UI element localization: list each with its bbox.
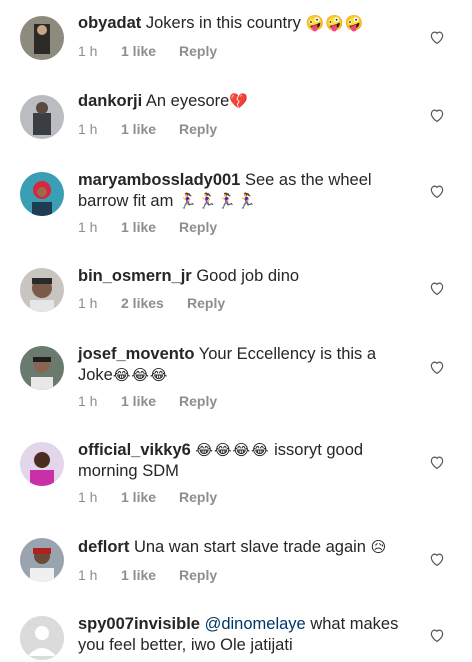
comment-meta: 1 h 1 like Reply [78,392,408,410]
reply-button[interactable]: Reply [179,121,217,137]
comment-meta: 1 h 1 like Reply [78,488,408,506]
avatar[interactable] [20,538,64,582]
reply-button[interactable]: Reply [179,219,217,235]
comment-emoji: 🏃‍♀️🏃‍♀️🏃‍♀️🏃‍♀️ [177,193,257,210]
mention-link[interactable]: @dinomelaye [205,615,306,633]
comment-meta: 1 h 1 like Reply [78,42,408,60]
heart-outline-icon[interactable] [428,453,446,471]
heart-outline-icon[interactable] [428,279,446,297]
comment-username[interactable]: official_vikky6 [78,441,191,459]
comment-username[interactable]: dankorji [78,92,142,110]
comment-emoji: 💔 [229,93,250,110]
comment-time: 1 h [78,567,98,583]
comment-text: maryambosslady001 See as the wheel barro… [78,170,408,212]
avatar[interactable] [20,268,64,312]
avatar[interactable] [20,346,64,390]
comment-emoji: 😂😂😂😂 [195,442,270,459]
comment-emoji: 😂😂😂 [112,367,169,384]
comment-emoji: 😥 [370,539,388,556]
comment-body: Una wan start slave trade again [133,538,366,556]
comment-meta: 1 h 1 like Reply [78,218,408,236]
heart-outline-icon[interactable] [428,28,446,46]
comment-likes[interactable]: 1 like [121,121,179,137]
comment-text: dankorji An eyesore💔 [78,91,408,112]
reply-button[interactable]: Reply [179,489,217,505]
comment-text: official_vikky6 😂😂😂😂 issoryt good mornin… [78,440,408,482]
comment-body: An eyesore [145,92,230,110]
comment-text: bin_osmern_jr Good job dino [78,266,408,287]
comment-text: josef_movento Your Eccellency is this a … [78,344,408,386]
comment-time: 1 h [78,393,98,409]
comment-username[interactable]: deflort [78,538,129,556]
heart-outline-icon[interactable] [428,550,446,568]
avatar[interactable] [20,95,64,139]
comment-username[interactable]: spy007invisible [78,615,200,633]
comment-text: obyadat Jokers in this country 🤪🤪🤪 [78,13,408,34]
comment-likes[interactable]: 1 like [121,219,179,235]
comment-meta: 1 h 1 like Reply [78,120,408,138]
comment-time: 1 h [78,295,98,311]
comment-body: Jokers in this country [145,14,301,32]
avatar[interactable] [20,172,64,216]
comment-username[interactable]: josef_movento [78,345,194,363]
comment-meta: 1 h 1 like Reply [78,566,408,584]
comment-username[interactable]: maryambosslady001 [78,171,240,189]
comment-likes[interactable]: 2 likes [121,295,187,311]
comment-time: 1 h [78,121,98,137]
comment-meta: 1 h 2 likes Reply [78,294,408,312]
heart-outline-icon[interactable] [428,358,446,376]
avatar[interactable] [20,16,64,60]
comments-list: obyadat Jokers in this country 🤪🤪🤪 1 h 1… [0,0,472,662]
comment-likes[interactable]: 1 like [121,567,179,583]
reply-button[interactable]: Reply [179,43,217,59]
reply-button[interactable]: Reply [187,295,225,311]
comment-emoji: 🤪🤪🤪 [305,15,365,32]
avatar-placeholder[interactable] [20,616,64,660]
comment-text: spy007invisible @dinomelaye what makes y… [78,614,408,656]
comment-likes[interactable]: 1 like [121,43,179,59]
avatar[interactable] [20,442,64,486]
heart-outline-icon[interactable] [428,182,446,200]
comment-username[interactable]: bin_osmern_jr [78,267,192,285]
heart-outline-icon[interactable] [428,626,446,644]
reply-button[interactable]: Reply [179,393,217,409]
reply-button[interactable]: Reply [179,567,217,583]
comment-time: 1 h [78,43,98,59]
comment-text: deflort Una wan start slave trade again … [78,537,408,558]
comment-time: 1 h [78,219,98,235]
comment-time: 1 h [78,489,98,505]
comment-body: Good job dino [196,267,300,285]
comment-likes[interactable]: 1 like [121,489,179,505]
comment-likes[interactable]: 1 like [121,393,179,409]
heart-outline-icon[interactable] [428,106,446,124]
comment-username[interactable]: obyadat [78,14,141,32]
